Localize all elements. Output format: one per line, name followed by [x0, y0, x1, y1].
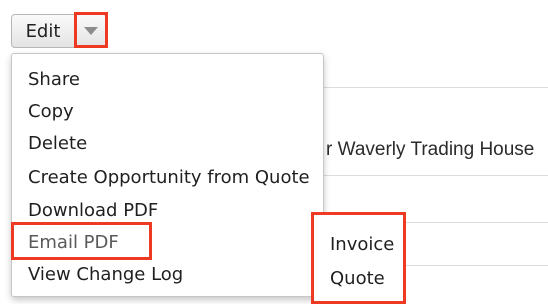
actions-dropdown-toggle[interactable] [75, 15, 107, 47]
email-pdf-submenu: Invoice Quote [311, 212, 406, 304]
menu-item-copy[interactable]: Copy [28, 98, 74, 124]
actions-menu: Share Copy Delete Create Opportunity fro… [11, 53, 324, 297]
submenu-item-quote[interactable]: Quote [330, 265, 385, 291]
menu-item-delete[interactable]: Delete [28, 130, 87, 156]
divider [324, 87, 548, 88]
menu-item-download-pdf[interactable]: Download PDF [28, 197, 158, 223]
divider [324, 175, 548, 176]
divider [406, 222, 548, 223]
record-name-text: r Waverly Trading House [326, 139, 535, 160]
menu-item-view-change-log[interactable]: View Change Log [28, 261, 183, 287]
menu-item-email-pdf[interactable]: Email PDF [28, 229, 119, 255]
divider [406, 265, 548, 266]
menu-item-create-opportunity[interactable]: Create Opportunity from Quote [28, 164, 310, 190]
menu-item-share[interactable]: Share [28, 66, 80, 92]
edit-button[interactable]: Edit [12, 15, 74, 47]
edit-button-group: Edit [11, 14, 107, 48]
chevron-down-icon [84, 27, 98, 35]
submenu-item-invoice[interactable]: Invoice [330, 231, 394, 257]
